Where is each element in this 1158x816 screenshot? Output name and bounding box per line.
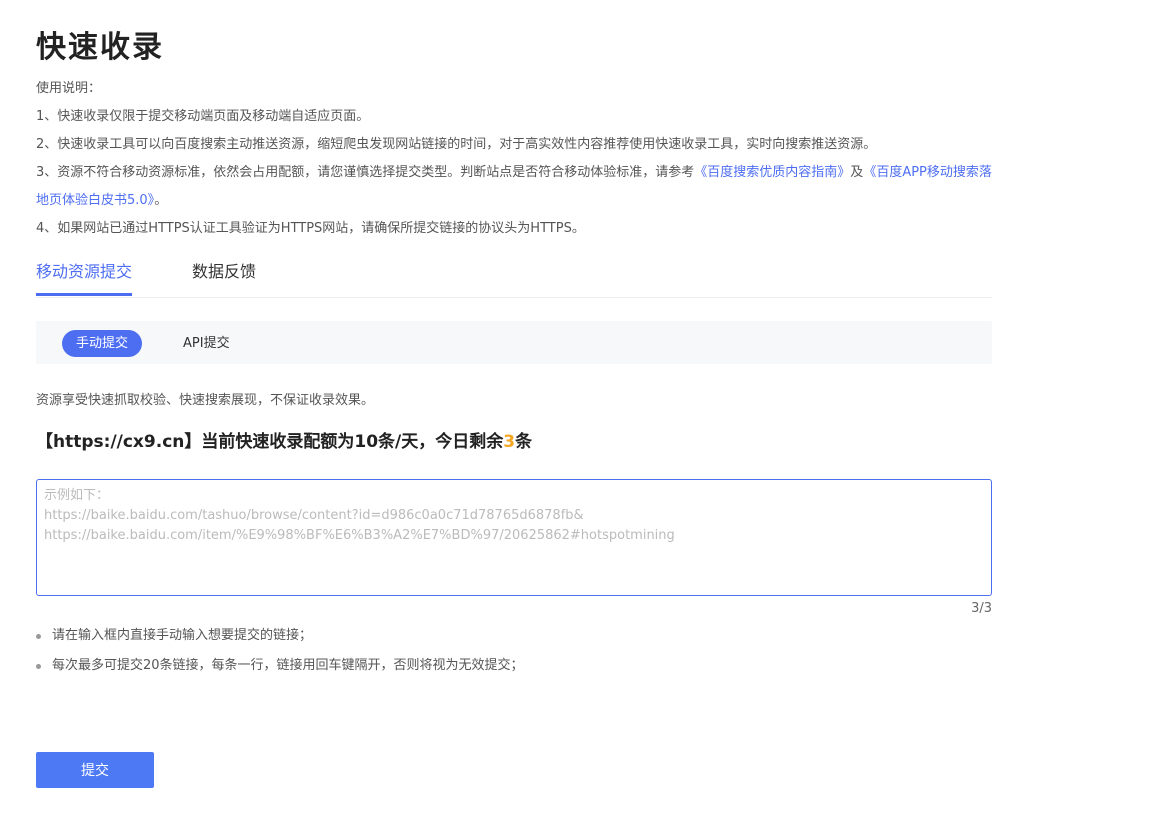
main-tabs: 移动资源提交 数据反馈 (36, 258, 992, 298)
subtab-manual-submit[interactable]: 手动提交 (62, 330, 143, 357)
instruction-item-1: 1、快速收录仅限于提交移动端页面及移动端自适应页面。 (36, 109, 370, 124)
instruction-item-3: 3、资源不符合移动资源标准，依然会占用配额，请您谨慎选择提交类型。判断站点是否符… (36, 159, 996, 215)
instruction-item-3-end: 。 (154, 193, 168, 208)
quota-unit: 条 (515, 432, 533, 452)
instructions-heading: 使用说明： (36, 81, 102, 96)
instruction-item-3-text: 3、资源不符合移动资源标准，依然会占用配额，请您谨慎选择提交类型。判断站点是否符… (36, 165, 695, 180)
tab-data-feedback[interactable]: 数据反馈 (192, 258, 256, 286)
instruction-item-4: 4、如果网站已通过HTTPS认证工具验证为HTTPS网站，请确保所提交链接的协议… (36, 221, 585, 236)
tip-item: 每次最多可提交20条链接，每条一行，链接用回车键隔开，否则将视为无效提交； (36, 654, 524, 684)
submit-mode-bar: 手动提交 API提交 (36, 321, 992, 364)
page-title: 快速收录 (36, 30, 164, 65)
service-note: 资源享受快速抓取校验、快速搜索展现，不保证收录效果。 (36, 393, 375, 408)
line-counter: 3/3 (971, 601, 992, 616)
subtab-api-submit[interactable]: API提交 (183, 330, 230, 357)
tab-mobile-resource-submit[interactable]: 移动资源提交 (36, 258, 133, 296)
quota-remaining-count: 3 (503, 432, 516, 452)
instruction-item-3-and: 及 (850, 165, 864, 180)
usage-instructions: 使用说明： 1、快速收录仅限于提交移动端页面及移动端自适应页面。 2、快速收录工… (36, 79, 996, 247)
submit-tips: 请在输入框内直接手动输入想要提交的链接； 每次最多可提交20条链接，每条一行，链… (36, 624, 524, 684)
submit-button[interactable]: 提交 (36, 752, 154, 788)
quota-heading: 【https://cx9.cn】当前快速收录配额为10条/天，今日剩余3条 (36, 427, 532, 452)
quality-guide-link[interactable]: 《百度搜索优质内容指南》 (694, 165, 850, 180)
url-input[interactable] (36, 479, 992, 596)
quota-text: 【https://cx9.cn】当前快速收录配额为10条/天，今日剩余 (36, 432, 504, 452)
tip-item: 请在输入框内直接手动输入想要提交的链接； (36, 624, 524, 654)
